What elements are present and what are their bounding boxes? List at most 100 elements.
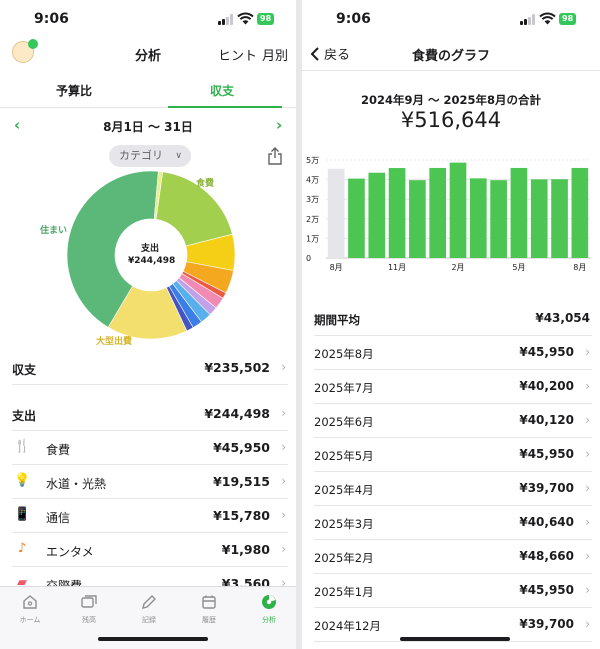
tab-label: 記録 [142, 616, 156, 624]
month-amount: ¥39,700 [519, 481, 574, 495]
month-label: 2025年8月 [314, 347, 374, 361]
y-tick-label: 0 [306, 254, 311, 263]
wifi-icon [237, 12, 254, 25]
chevron-right-icon: › [281, 440, 286, 454]
phone-icon: 📱 [14, 507, 31, 522]
month-label: 2025年5月 [314, 449, 374, 463]
month-row[interactable]: 2025年6月 ¥40,120 › [314, 404, 592, 438]
bar-4月[interactable] [490, 180, 507, 258]
tab-income-expense[interactable]: 収支 [148, 82, 296, 99]
bar-10月[interactable] [368, 172, 386, 258]
analysis-screen: 9:06 98 分析 ヒント 月別 予算比 収支 ‹ 8月1日 〜 31日 › … [0, 0, 296, 649]
month-row[interactable]: 2025年7月 ¥40,200 › [314, 370, 592, 404]
y-tick-label: 5万 [306, 156, 319, 165]
y-tick-label: 2万 [306, 215, 319, 224]
chevron-right-icon: › [281, 542, 286, 556]
month-label: 2024年12月 [314, 619, 381, 633]
tab-label: 履歴 [202, 616, 216, 624]
bar-9月[interactable] [348, 178, 365, 258]
month-amount: ¥45,950 [519, 345, 574, 359]
month-amount: ¥45,950 [519, 447, 574, 461]
page-title: 食費のグラフ [411, 49, 490, 64]
bar-12月[interactable] [409, 180, 426, 258]
next-month-icon[interactable]: › [276, 116, 282, 134]
bar-5月[interactable] [510, 167, 528, 258]
nav-divider [302, 70, 600, 71]
tab-label: 分析 [262, 616, 276, 624]
bar-6月[interactable] [530, 179, 548, 258]
category-amount: ¥19,515 [213, 474, 270, 489]
bar-1月[interactable] [429, 167, 447, 258]
chevron-right-icon: › [585, 413, 590, 427]
home-indicator [98, 637, 208, 641]
category-amount: ¥45,950 [213, 440, 270, 455]
chevron-right-icon: › [281, 360, 286, 374]
status-time: 9:06 [34, 11, 69, 27]
summary-label: 支出 [12, 409, 37, 423]
monthly-bar-chart: 0 1万 2万 3万 4万 5万 8月 11月 2月 5月 8月 [306, 156, 590, 272]
wifi-icon [539, 12, 556, 25]
total-amount: ¥516,644 [400, 108, 502, 132]
tab-history[interactable]: 履歴 [184, 593, 234, 625]
tab-home[interactable]: ホーム [5, 593, 55, 625]
summary-amount: ¥244,498 [204, 406, 270, 421]
x-tick-label: 8月 [330, 263, 343, 272]
month-row[interactable]: 2025年5月 ¥45,950 › [314, 438, 592, 472]
donut-segment-0[interactable] [155, 171, 233, 247]
tab-analysis[interactable]: 分析 [244, 593, 294, 625]
signal-icon [520, 14, 536, 25]
month-row[interactable]: 2025年8月 ¥45,950 › [314, 336, 592, 370]
pencil-icon [142, 595, 156, 609]
tab-balance[interactable]: 残高 [64, 593, 114, 625]
home-indicator [400, 637, 510, 641]
donut-label-food: 食費 [196, 179, 215, 189]
month-row[interactable]: 2025年4月 ¥39,700 › [314, 472, 592, 506]
tab-budget[interactable]: 予算比 [0, 82, 148, 99]
bar-11月[interactable] [388, 168, 406, 258]
tab-label: ホーム [19, 616, 41, 624]
y-tick-label: 4万 [306, 176, 319, 185]
chevron-right-icon: › [585, 549, 590, 563]
period-navigator: ‹ 8月1日 〜 31日 › [0, 114, 296, 138]
month-row[interactable]: 2025年3月 ¥40,640 › [314, 506, 592, 540]
bar-8月[interactable] [327, 168, 345, 258]
summary-row-expense[interactable]: 支出 ¥244,498 › [12, 397, 288, 431]
month-row[interactable]: 2025年2月 ¥48,660 › [314, 540, 592, 574]
category-row-utilities[interactable]: 💡 水道・光熱 ¥19,515 › [12, 465, 288, 499]
chevron-right-icon: › [585, 379, 590, 393]
donut-center-value: ¥244,498 [128, 256, 176, 266]
monthly-button[interactable]: 月別 [262, 45, 288, 64]
x-tick-label: 2月 [451, 263, 464, 272]
chevron-right-icon: › [585, 515, 590, 529]
range-label: 2024年9月 〜 2025年8月の合計 [360, 93, 542, 107]
fork-knife-icon: 🍴 [14, 439, 31, 454]
tab-record[interactable]: 記録 [124, 593, 174, 625]
month-amount: ¥39,700 [519, 617, 574, 631]
month-amount: ¥45,950 [519, 583, 574, 597]
bar-7月[interactable] [551, 179, 568, 258]
average-row: 期間平均 ¥43,054 [314, 302, 592, 336]
chevron-right-icon: › [281, 406, 286, 420]
chevron-right-icon: › [585, 481, 590, 495]
category-row-telecom[interactable]: 📱 通信 ¥15,780 › [12, 499, 288, 533]
share-icon[interactable] [267, 147, 283, 165]
category-row-entertainment[interactable]: ♪ エンタメ ¥1,980 › [12, 533, 288, 567]
category-dropdown[interactable]: カテゴリ ∨ [109, 145, 191, 167]
x-tick-label: 5月 [512, 263, 525, 272]
lightbulb-icon: 💡 [14, 473, 31, 488]
category-row-food[interactable]: 🍴 食費 ¥45,950 › [12, 431, 288, 465]
summary-row-balance[interactable]: 収支 ¥235,502 › [12, 351, 288, 385]
category-amount: ¥15,780 [213, 508, 270, 523]
month-label: 2025年2月 [314, 551, 374, 565]
x-tick-label: 8月 [573, 263, 586, 272]
y-tick-label: 1万 [306, 234, 319, 243]
bar-8月[interactable] [571, 167, 589, 258]
category-label: 水道・光熱 [46, 477, 107, 491]
nav-bar: 戻る 食費のグラフ [302, 38, 600, 70]
category-amount: ¥1,980 [221, 542, 270, 557]
month-row[interactable]: 2025年1月 ¥45,950 › [314, 574, 592, 608]
status-bar: 9:06 98 [0, 0, 296, 38]
hint-button[interactable]: ヒント [218, 45, 257, 64]
bar-2月[interactable] [449, 162, 467, 258]
bar-3月[interactable] [469, 178, 487, 258]
